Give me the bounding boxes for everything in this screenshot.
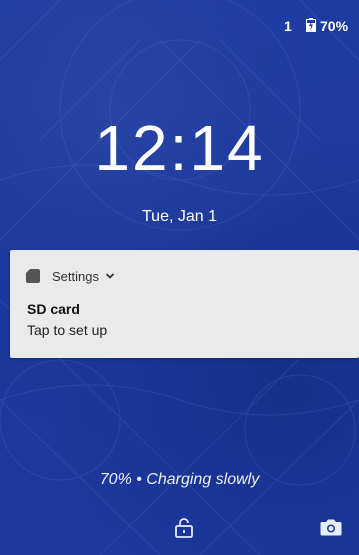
date: Tue, Jan 1	[141, 208, 217, 225]
sim-indicator: 1	[284, 18, 292, 34]
chevron-down-icon[interactable]	[105, 271, 115, 281]
notification-title: SD card	[27, 301, 80, 317]
charging-status: 70% • Charging slowly	[99, 471, 260, 488]
notification-header: Settings	[26, 266, 115, 286]
unlock-icon[interactable]	[175, 518, 193, 538]
lock-screen: 1 70% 12:14 Tue, Jan 1 Settings SD card …	[0, 0, 359, 555]
battery-percentage: 70%	[320, 18, 349, 34]
notification-text: Tap to set up	[27, 322, 108, 338]
status-bar: 1 70%	[0, 0, 359, 44]
clock: 12:14	[94, 112, 265, 184]
battery-charging-icon	[306, 18, 316, 32]
notification-app-name: Settings	[52, 268, 99, 284]
notification-card[interactable]: Settings SD card Tap to set up	[10, 250, 359, 358]
sd-card-icon	[26, 269, 40, 283]
camera-icon[interactable]	[320, 518, 342, 536]
